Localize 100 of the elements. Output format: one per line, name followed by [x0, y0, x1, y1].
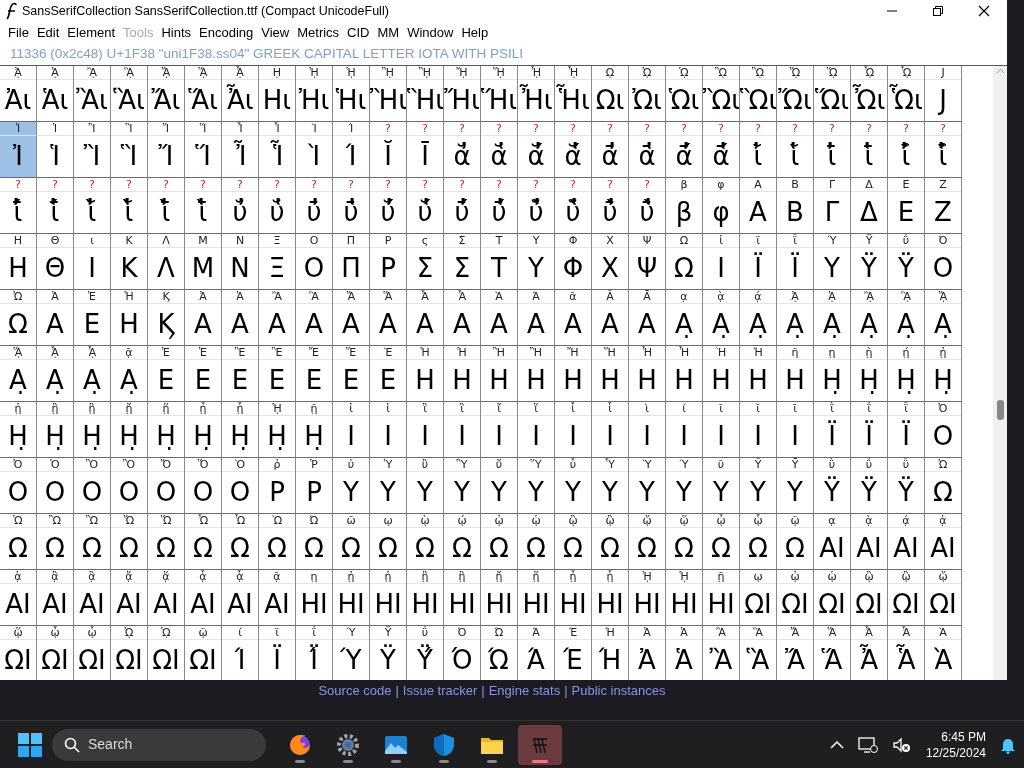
- glyph-cell[interactable]: ? ῑ̓́: [0, 178, 37, 234]
- glyph-cell[interactable]: Ὼ Ω: [259, 514, 296, 570]
- glyph-cell[interactable]: ? ῐ̓́: [888, 122, 925, 178]
- glyph-cell[interactable]: Ἅ Α: [370, 290, 407, 346]
- glyph-cell[interactable]: Ἇ Α: [444, 290, 481, 346]
- glyph-cell[interactable]: ? ῠ̓́: [370, 178, 407, 234]
- glyph-cell[interactable]: Ὣ Ω: [74, 514, 111, 570]
- footer-link[interactable]: Issue tracker: [402, 681, 478, 720]
- glyph-cell[interactable]: J J: [925, 66, 962, 122]
- glyph-cell[interactable]: ῆ Η: [777, 346, 814, 402]
- glyph-cell[interactable]: Ὓ Υ: [444, 458, 481, 514]
- glyph-cell[interactable]: Ἤ Η: [555, 346, 592, 402]
- glyph-cell[interactable]: ᾫ Ὣι: [740, 66, 777, 122]
- glyph-cell[interactable]: Ὄ Ο: [148, 458, 185, 514]
- glyph-cell[interactable]: Γ Γ: [814, 178, 851, 234]
- glyph-cell[interactable]: ᾉ Α̣: [814, 290, 851, 346]
- menu-item[interactable]: File: [4, 23, 33, 43]
- glyph-cell[interactable]: ᾤ Ω: [629, 514, 666, 570]
- glyph-cell[interactable]: Κ Κ: [111, 234, 148, 290]
- glyph-cell[interactable]: Ψ Ψ: [629, 234, 666, 290]
- glyph-cell[interactable]: ᾮ Ὦι: [851, 66, 888, 122]
- glyph-cell[interactable]: ΐ Ϊ́: [296, 626, 333, 680]
- glyph-cell[interactable]: ? Ῑ: [407, 122, 444, 178]
- glyph-cell[interactable]: ᾌ Α̣: [925, 290, 962, 346]
- glyph-cell[interactable]: ᾕ Η̣: [148, 402, 185, 458]
- glyph-cell[interactable]: ᾢ ΩΙ: [851, 570, 888, 626]
- glyph-cell[interactable]: ᾍ Α̣: [0, 346, 37, 402]
- glyph-cell[interactable]: Η Η: [0, 234, 37, 290]
- glyph-cell[interactable]: Ὂ Ο: [74, 458, 111, 514]
- menu-item[interactable]: Window: [403, 23, 458, 43]
- glyph-cell[interactable]: ᾣ ΩΙ: [888, 570, 925, 626]
- glyph-cell[interactable]: φ φ: [703, 178, 740, 234]
- glyph-cell[interactable]: Ϋ Ϋ: [851, 234, 888, 290]
- glyph-cell[interactable]: ῄ Η̣: [888, 346, 925, 402]
- glyph-cell[interactable]: Ώ Ώ: [481, 626, 518, 680]
- glyph-cell[interactable]: ᾡ ΩΙ: [814, 570, 851, 626]
- glyph-cell[interactable]: Ε Ε: [888, 178, 925, 234]
- glyph-cell[interactable]: Ὤ Ω: [111, 514, 148, 570]
- glyph-cell[interactable]: ἶ Ι: [555, 402, 592, 458]
- glyph-cell[interactable]: ᾪ Ὢι: [703, 66, 740, 122]
- glyph-cell[interactable]: Ἡ Η: [444, 346, 481, 402]
- glyph-cell[interactable]: ? ῐ̓̀: [74, 178, 111, 234]
- glyph-cell[interactable]: Ό Ό: [444, 626, 481, 680]
- glyph-cell[interactable]: Ἑ Ε: [185, 346, 222, 402]
- glyph-cell[interactable]: Λ Λ: [148, 234, 185, 290]
- glyph-cell[interactable]: Ὀ Ο: [0, 458, 37, 514]
- glyph-cell[interactable]: ᾈ Ἀι: [0, 66, 37, 122]
- glyph-cell[interactable]: Ἣ Η: [518, 346, 555, 402]
- glyph-cell[interactable]: Ὥ Ω: [148, 514, 185, 570]
- glyph-cell[interactable]: Ἐ Ε: [148, 346, 185, 402]
- glyph-cell[interactable]: ᾌ Ἄι: [148, 66, 185, 122]
- glyph-cell[interactable]: Δ Δ: [851, 178, 888, 234]
- glyph-cell[interactable]: ῳ ΩΙ: [740, 570, 777, 626]
- glyph-cell[interactable]: Ρ Ρ: [370, 234, 407, 290]
- glyph-cell[interactable]: Ἱ Ἱ: [37, 122, 74, 178]
- glyph-cell[interactable]: Ἳ Ἳ: [111, 122, 148, 178]
- glyph-cell[interactable]: ἲ Ι: [407, 402, 444, 458]
- glyph-cell[interactable]: ᾙ Ἡι: [333, 66, 370, 122]
- glyph-cell[interactable]: ὐ Υ: [333, 458, 370, 514]
- glyph-cell[interactable]: Ὶ Ὶ: [296, 122, 333, 178]
- glyph-cell[interactable]: Ὕ Υ: [518, 458, 555, 514]
- glyph-cell[interactable]: ᾶ Α: [555, 290, 592, 346]
- glyph-cell[interactable]: Ὴ Η: [703, 346, 740, 402]
- glyph-cell[interactable]: ? ῑ̔: [851, 122, 888, 178]
- glyph-cell[interactable]: ῷ Ω: [777, 514, 814, 570]
- glyph-cell[interactable]: Ὅ Ο: [185, 458, 222, 514]
- glyph-cell[interactable]: ἱ Ι: [370, 402, 407, 458]
- glyph-cell[interactable]: ῂ Η̣: [851, 346, 888, 402]
- glyph-cell[interactable]: ᾂ ΑΙ: [37, 570, 74, 626]
- glyph-cell[interactable]: ᾧ Ω: [740, 514, 777, 570]
- glyph-cell[interactable]: Ἔ Ε: [296, 346, 333, 402]
- glyph-cell[interactable]: Ἀ Α: [185, 290, 222, 346]
- glyph-cell[interactable]: Ῥ Ρ: [296, 458, 333, 514]
- glyph-cell[interactable]: Ἓ Ε: [259, 346, 296, 402]
- glyph-cell[interactable]: ᾲ Α̣: [703, 290, 740, 346]
- glyph-cell[interactable]: ᾯ Ὧι: [888, 66, 925, 122]
- glyph-cell[interactable]: ᾈ Α̣: [777, 290, 814, 346]
- glyph-cell[interactable]: ᾲ ΑΙ: [851, 514, 888, 570]
- glyph-cell[interactable]: Ὺ Υ: [629, 458, 666, 514]
- glyph-cell[interactable]: ι Ι: [74, 234, 111, 290]
- glyph-cell[interactable]: ἰ Ι: [703, 234, 740, 290]
- glyph-cell[interactable]: Ἇ Ἇ: [888, 626, 925, 680]
- glyph-cell[interactable]: ᾥ Ω: [666, 514, 703, 570]
- glyph-cell[interactable]: Ξ Ξ: [259, 234, 296, 290]
- glyph-cell[interactable]: ΐ Ϊ: [851, 402, 888, 458]
- glyph-cell[interactable]: Ἅ Ἅ: [814, 626, 851, 680]
- glyph-cell[interactable]: Ἂ Α: [259, 290, 296, 346]
- glyph-cell[interactable]: ὶ Ι: [629, 402, 666, 458]
- glyph-cell[interactable]: ἵ Ι: [518, 402, 555, 458]
- glyph-cell[interactable]: Ἕ Ε: [333, 346, 370, 402]
- glyph-cell[interactable]: Ἢ Η: [481, 346, 518, 402]
- glyph-cell[interactable]: ἴ Ι: [481, 402, 518, 458]
- glyph-cell[interactable]: Ά Α: [518, 290, 555, 346]
- glyph-cell[interactable]: ᾖ Η̣: [185, 402, 222, 458]
- glyph-cell[interactable]: Ὦ Ω: [185, 514, 222, 570]
- glyph-cell[interactable]: Ϋ Ϋ: [370, 626, 407, 680]
- glyph-cell[interactable]: Ώ Ω: [296, 514, 333, 570]
- glyph-cell[interactable]: Ἦ Η: [629, 346, 666, 402]
- glyph-cell[interactable]: ? ᾰ̔: [481, 122, 518, 178]
- start-icon[interactable]: [18, 732, 42, 757]
